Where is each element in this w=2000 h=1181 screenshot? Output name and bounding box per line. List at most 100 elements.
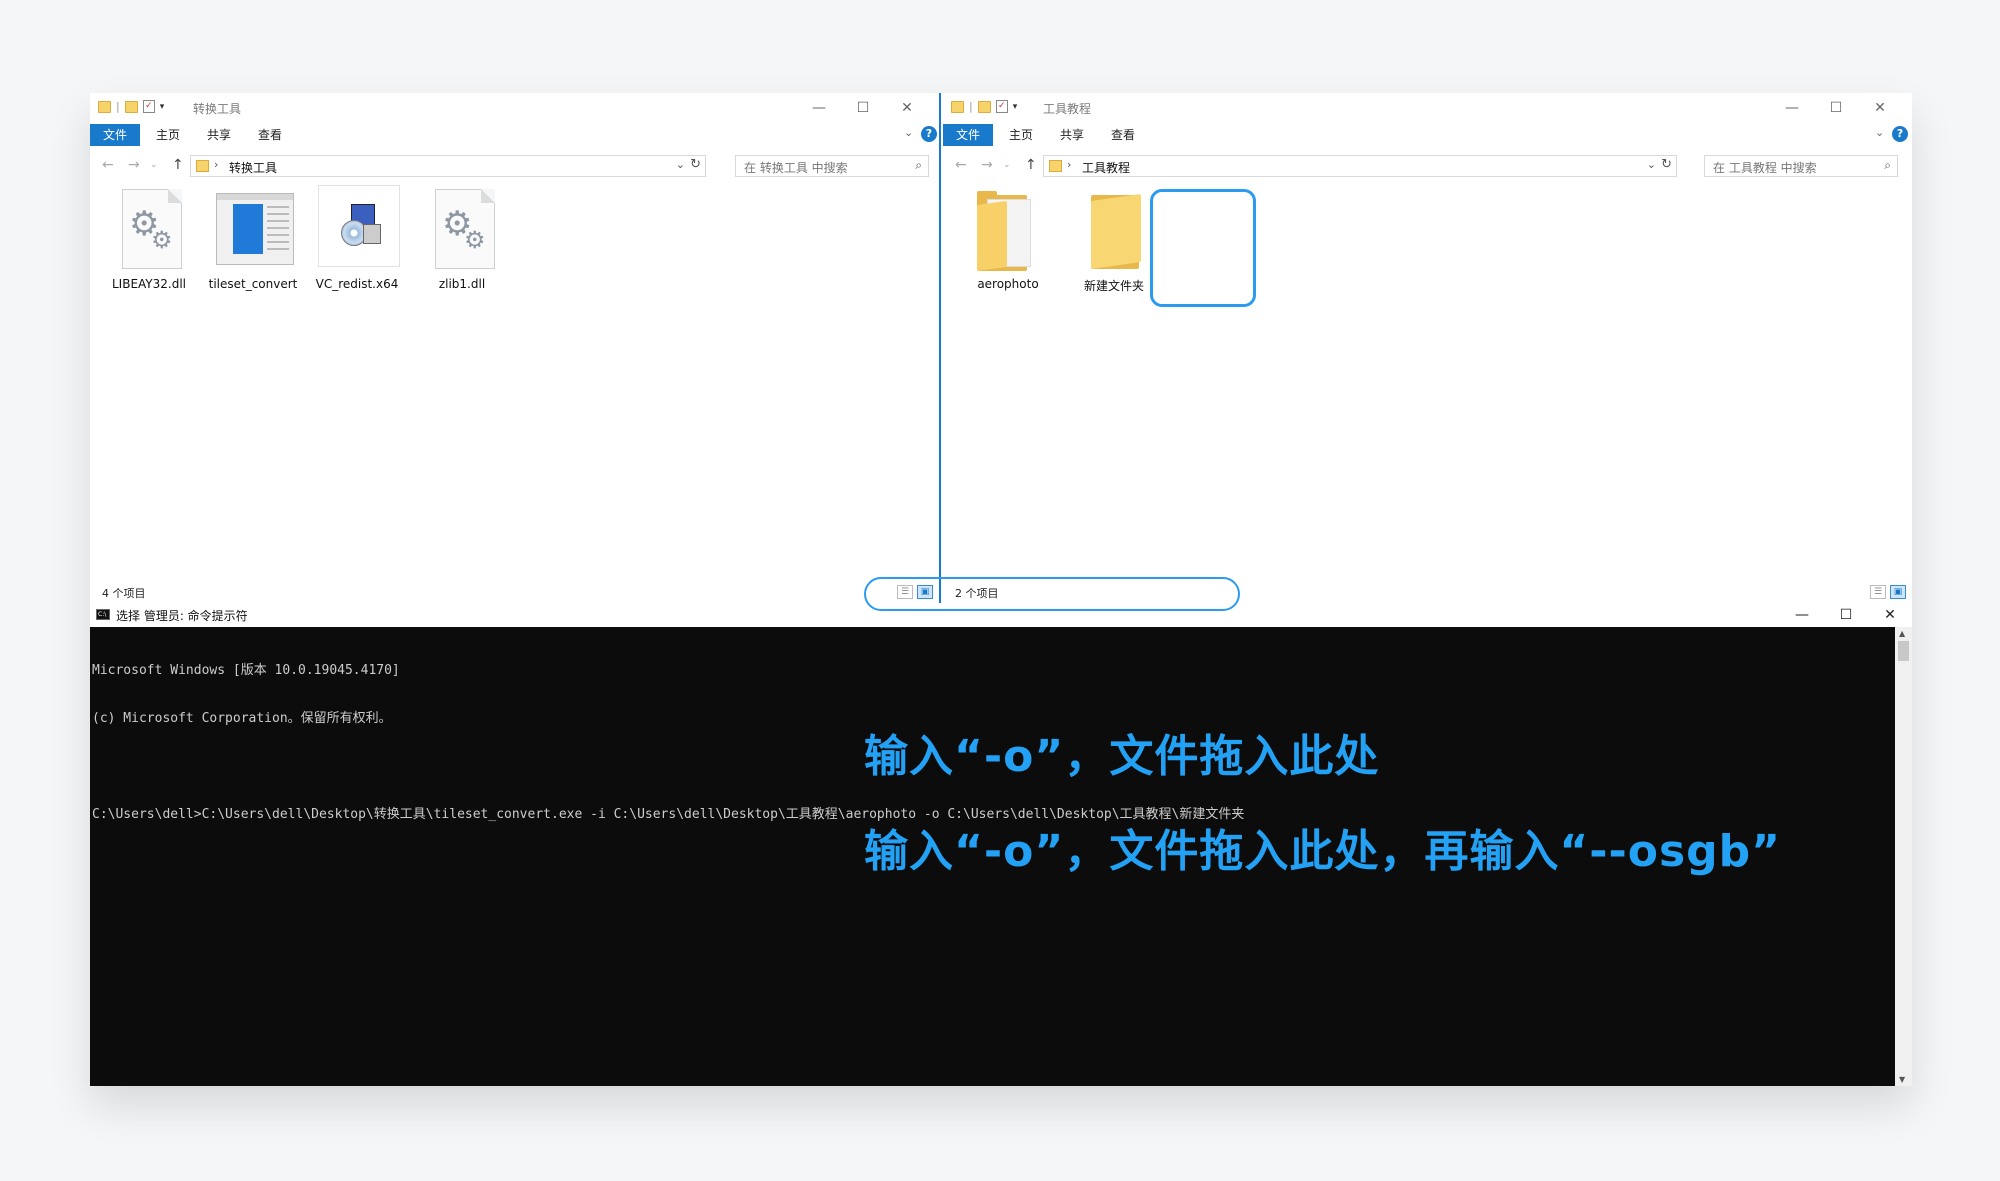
ribbon-tabs: 文件 主页 共享 查看 ⌄ ? bbox=[90, 124, 939, 146]
minimize-button[interactable]: — bbox=[797, 93, 841, 123]
customize-dropdown-icon[interactable]: ▾ bbox=[160, 102, 165, 112]
folder-item-selected[interactable]: 新建文件夹 bbox=[1067, 185, 1161, 294]
file-thumb: ⚙ ⚙ bbox=[419, 185, 505, 275]
item-count: 4 个项目 bbox=[102, 587, 146, 600]
window-controls: — ☐ ✕ bbox=[1770, 93, 1902, 123]
file-name: zlib1.dll bbox=[438, 277, 486, 291]
file-item[interactable]: ⚙ ⚙ LIBEAY32.dll bbox=[102, 185, 196, 291]
back-arrow-icon[interactable]: ← bbox=[955, 157, 967, 173]
address-bar[interactable]: › 工具教程 ⌄ ↻ bbox=[1043, 155, 1677, 177]
new-folder-icon[interactable] bbox=[124, 100, 138, 113]
forward-arrow-icon[interactable]: → bbox=[981, 157, 993, 173]
file-name: aerophoto bbox=[977, 277, 1039, 291]
setup-graphic bbox=[341, 204, 381, 246]
scroll-up-icon[interactable]: ▲ bbox=[1899, 629, 1905, 638]
breadcrumb-chevron-icon: › bbox=[1067, 158, 1072, 171]
expand-ribbon-icon[interactable]: ⌄ bbox=[904, 126, 913, 139]
properties-icon[interactable]: ✓ bbox=[142, 100, 155, 113]
app-panel bbox=[233, 204, 263, 254]
close-button[interactable]: ✕ bbox=[885, 93, 929, 123]
file-name: VC_redist.x64 bbox=[315, 277, 399, 291]
close-button[interactable]: ✕ bbox=[1868, 603, 1912, 627]
customize-dropdown-icon[interactable]: ▾ bbox=[1013, 102, 1018, 112]
forward-arrow-icon[interactable]: → bbox=[128, 157, 140, 173]
gear-icon: ⚙ bbox=[151, 226, 173, 254]
minimize-button[interactable]: — bbox=[1780, 603, 1824, 627]
back-arrow-icon[interactable]: ← bbox=[102, 157, 114, 173]
search-input[interactable]: 在 工具教程 中搜索 bbox=[1713, 159, 1817, 176]
tab-file[interactable]: 文件 bbox=[90, 124, 140, 146]
search-icon[interactable]: ⌕ bbox=[1884, 158, 1891, 173]
ribbon-tabs: 文件 主页 共享 查看 ⌄ ? bbox=[943, 124, 1912, 146]
folder-item[interactable]: aerophoto bbox=[961, 185, 1055, 291]
maximize-button[interactable]: ☐ bbox=[1824, 603, 1868, 627]
tab-share[interactable]: 共享 bbox=[207, 124, 231, 146]
text-lines bbox=[267, 206, 289, 250]
search-box[interactable]: 在 工具教程 中搜索 ⌕ bbox=[1704, 155, 1898, 177]
expand-ribbon-icon[interactable]: ⌄ bbox=[1875, 126, 1884, 139]
file-thumb: ⚙ ⚙ bbox=[106, 185, 192, 275]
right-explorer-window: | ✓ ▾ 工具教程 — ☐ ✕ 文件 主页 共享 查看 ⌄ ? ← → ⌄ ↑ bbox=[943, 93, 1912, 603]
tab-view[interactable]: 查看 bbox=[1111, 124, 1135, 146]
window-title: 工具教程 bbox=[1043, 102, 1092, 116]
console-line: Microsoft Windows [版本 10.0.19045.4170] bbox=[92, 663, 400, 678]
search-icon[interactable]: ⌕ bbox=[915, 158, 922, 173]
installer-icon bbox=[318, 185, 400, 267]
output-path-highlight bbox=[864, 577, 1240, 611]
right-titlebar: | ✓ ▾ 工具教程 — ☐ ✕ bbox=[943, 93, 1912, 124]
address-row: ← → ⌄ ↑ › 转换工具 ⌄ ↻ 在 转换工具 中搜索 ⌕ bbox=[90, 153, 939, 179]
folder-icon bbox=[977, 191, 1039, 271]
toolbar-separator: | bbox=[969, 100, 973, 113]
view-switcher: ☰ ▣ bbox=[1870, 585, 1906, 599]
file-name: 新建文件夹 bbox=[1083, 279, 1144, 293]
scroll-down-icon[interactable]: ▼ bbox=[1899, 1075, 1905, 1084]
new-folder-icon[interactable] bbox=[977, 100, 991, 113]
vertical-scrollbar[interactable]: ▲ ▼ bbox=[1895, 627, 1912, 1086]
address-bar[interactable]: › 转换工具 ⌄ ↻ bbox=[190, 155, 706, 177]
window-title: 选择 管理员: 命令提示符 bbox=[116, 609, 248, 623]
refresh-icon[interactable]: ↻ bbox=[1661, 157, 1672, 172]
up-arrow-icon[interactable]: ↑ bbox=[172, 157, 184, 173]
left-titlebar: | ✓ ▾ 转换工具 — ☐ ✕ bbox=[90, 93, 939, 124]
maximize-button[interactable]: ☐ bbox=[841, 93, 885, 123]
file-thumb bbox=[314, 185, 400, 275]
breadcrumb[interactable]: 工具教程 bbox=[1082, 159, 1130, 176]
selection-highlight-ring bbox=[1150, 189, 1256, 307]
file-item[interactable]: VC_redist.x64 bbox=[310, 185, 404, 291]
details-view-icon[interactable]: ☰ bbox=[1870, 585, 1886, 599]
help-icon[interactable]: ? bbox=[921, 126, 937, 142]
tab-file[interactable]: 文件 bbox=[943, 124, 993, 146]
file-list: aerophoto 新建文件夹 bbox=[943, 185, 1912, 565]
file-thumb bbox=[1071, 185, 1157, 275]
file-thumb bbox=[210, 185, 296, 275]
folder-icon bbox=[196, 160, 209, 172]
window-title: 转换工具 bbox=[193, 102, 242, 116]
pc-shape bbox=[363, 224, 381, 244]
dll-gear-icon: ⚙ ⚙ bbox=[122, 189, 182, 269]
window-titlebar bbox=[217, 194, 293, 200]
recent-dropdown-icon[interactable]: ⌄ bbox=[1003, 160, 1011, 170]
help-icon[interactable]: ? bbox=[1892, 126, 1908, 142]
recent-dropdown-icon[interactable]: ⌄ bbox=[150, 160, 158, 170]
up-arrow-icon[interactable]: ↑ bbox=[1025, 157, 1037, 173]
refresh-icon[interactable]: ↻ bbox=[690, 157, 701, 172]
tab-home[interactable]: 主页 bbox=[1009, 124, 1033, 146]
address-dropdown-icon[interactable]: ⌄ bbox=[1647, 158, 1656, 171]
properties-icon[interactable]: ✓ bbox=[995, 100, 1008, 113]
quick-access-toolbar: | ✓ ▾ bbox=[98, 100, 164, 113]
close-button[interactable]: ✕ bbox=[1858, 93, 1902, 123]
tab-share[interactable]: 共享 bbox=[1060, 124, 1084, 146]
scroll-thumb[interactable] bbox=[1898, 641, 1909, 661]
search-input[interactable]: 在 转换工具 中搜索 bbox=[744, 159, 848, 176]
file-item[interactable]: ⚙ ⚙ zlib1.dll bbox=[415, 185, 509, 291]
maximize-button[interactable]: ☐ bbox=[1814, 93, 1858, 123]
file-name: LIBEAY32.dll bbox=[111, 277, 186, 291]
tab-view[interactable]: 查看 bbox=[258, 124, 282, 146]
breadcrumb[interactable]: 转换工具 bbox=[229, 159, 277, 176]
file-item[interactable]: tileset_convert bbox=[206, 185, 300, 291]
minimize-button[interactable]: — bbox=[1770, 93, 1814, 123]
tab-home[interactable]: 主页 bbox=[156, 124, 180, 146]
address-dropdown-icon[interactable]: ⌄ bbox=[676, 158, 685, 171]
large-icons-view-icon[interactable]: ▣ bbox=[1890, 585, 1906, 599]
search-box[interactable]: 在 转换工具 中搜索 ⌕ bbox=[735, 155, 929, 177]
